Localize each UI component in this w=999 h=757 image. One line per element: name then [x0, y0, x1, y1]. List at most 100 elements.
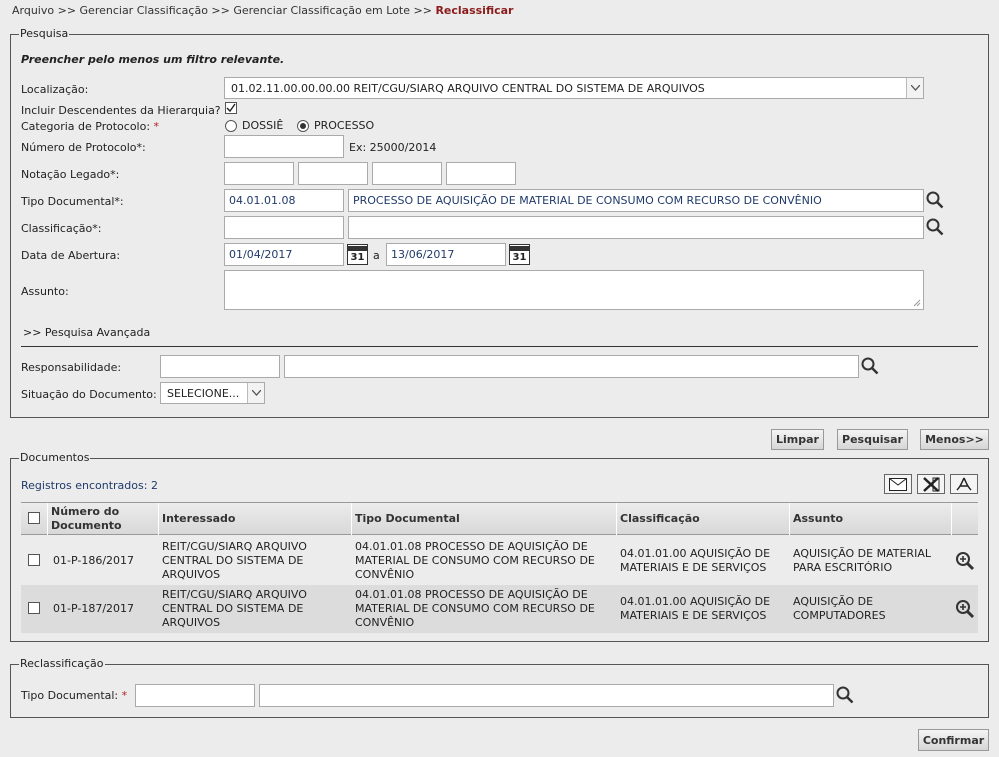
notacao-input-1[interactable]	[224, 162, 294, 185]
excel-icon	[923, 476, 940, 492]
radio-processo[interactable]	[297, 120, 309, 132]
situacao-label: Situação do Documento:	[21, 388, 157, 401]
responsabilidade-label: Responsabilidade:	[21, 361, 122, 374]
search-icon[interactable]	[860, 356, 880, 376]
table-row[interactable]: 01-P-187/2017 REIT/CGU/SIARQ ARQUIVO CEN…	[21, 585, 978, 633]
data-separator: a	[373, 249, 380, 262]
reclass-tipo-label-text: Tipo Documental:	[21, 689, 119, 702]
responsabilidade-desc-input[interactable]	[284, 355, 859, 378]
notacao-input-3[interactable]	[372, 162, 442, 185]
calendar-icon[interactable]: 31	[509, 244, 530, 265]
classificacao-code-input[interactable]	[224, 216, 344, 239]
row-classificacao: 04.01.01.00 AQUISIÇÃO DE MATERIAIS E DE …	[620, 547, 771, 574]
numero-label: Número de Protocolo*:	[21, 141, 146, 154]
pesquisa-legend: Pesquisa	[19, 27, 70, 40]
breadcrumb-path[interactable]: Arquivo >> Gerenciar Classificação >> Ge…	[12, 4, 432, 17]
notacao-label: Notação Legado*:	[21, 168, 120, 181]
responsabilidade-code-input[interactable]	[160, 355, 280, 378]
row-numero: 01-P-187/2017	[53, 602, 135, 615]
assunto-textarea[interactable]	[224, 270, 924, 310]
resize-handle-icon[interactable]	[913, 299, 921, 307]
radio-processo-label[interactable]: PROCESSO	[314, 119, 374, 132]
search-icon[interactable]	[835, 685, 855, 705]
tipo-desc-input[interactable]: PROCESSO DE AQUISIÇÃO DE MATERIAL DE CON…	[348, 189, 924, 212]
col-interessado: Interessado	[162, 512, 236, 525]
table-header: Número do Documento Interessado Tipo Doc…	[21, 502, 978, 535]
calendar-icon[interactable]: 31	[347, 244, 368, 265]
column-divider	[351, 503, 352, 535]
incluir-checkbox[interactable]	[225, 102, 237, 114]
row-interessado: REIT/CGU/SIARQ ARQUIVO CENTRAL DO SISTEM…	[162, 588, 307, 629]
select-all-checkbox[interactable]	[28, 512, 40, 524]
row-checkbox[interactable]	[28, 602, 40, 614]
localizacao-label: Localização:	[21, 83, 89, 96]
tipo-label: Tipo Documental*:	[21, 195, 124, 208]
data-from-input[interactable]: 01/04/2017	[224, 243, 344, 266]
chevron-down-icon	[906, 78, 923, 98]
col-assunto: Assunto	[793, 512, 844, 525]
row-assunto: AQUISIÇÃO DE MATERIAL PARA ESCRITÓRIO	[793, 547, 931, 574]
localizacao-select[interactable]: 01.02.11.00.00.00.00 REIT/CGU/SIARQ ARQU…	[224, 77, 924, 99]
row-classificacao: 04.01.01.00 AQUISIÇÃO DE MATERIAIS E DE …	[620, 595, 771, 622]
incluir-label: Incluir Descendentes da Hierarquia?	[21, 104, 221, 117]
column-divider	[951, 503, 952, 535]
pesquisa-panel: Pesquisa Preencher pelo menos um filtro …	[10, 27, 989, 418]
pesquisar-button[interactable]: Pesquisar	[837, 429, 908, 450]
zoom-in-icon[interactable]	[954, 598, 976, 620]
pesquisa-avancada-link[interactable]: >> Pesquisa Avançada	[23, 326, 150, 339]
row-assunto: AQUISIÇÃO DE COMPUTADORES	[793, 595, 886, 622]
situacao-select[interactable]: SELECIONE...	[160, 382, 265, 404]
tipo-code-input[interactable]: 04.01.01.08	[224, 189, 344, 212]
confirmar-button[interactable]: Confirmar	[918, 729, 989, 751]
search-icon[interactable]	[925, 217, 945, 237]
col-numero: Número do Documento	[51, 505, 122, 532]
localizacao-value: 01.02.11.00.00.00.00 REIT/CGU/SIARQ ARQU…	[231, 82, 705, 95]
row-checkbox[interactable]	[28, 554, 40, 566]
breadcrumb-current: Reclassificar	[435, 4, 514, 17]
categoria-label-text: Categoria de Protocolo:	[21, 120, 151, 133]
radio-dossie[interactable]	[225, 120, 237, 132]
envelope-icon	[889, 477, 907, 491]
chevron-down-icon	[247, 383, 264, 403]
limpar-button[interactable]: Limpar	[771, 429, 824, 450]
radio-dossie-label[interactable]: DOSSIÊ	[242, 119, 283, 132]
numero-hint: Ex: 25000/2014	[349, 141, 437, 154]
calendar-day: 31	[512, 251, 527, 263]
column-divider	[47, 503, 48, 535]
col-tipo: Tipo Documental	[355, 512, 460, 525]
breadcrumb: Arquivo >> Gerenciar Classificação >> Ge…	[12, 4, 513, 17]
email-export-button[interactable]	[884, 474, 912, 494]
required-marker: *	[153, 120, 160, 133]
documentos-panel: Documentos Registros encontrados: 2 Núme…	[10, 451, 989, 642]
menos-button[interactable]: Menos>>	[920, 429, 989, 450]
column-divider	[158, 503, 159, 535]
reclass-tipo-code-input[interactable]	[135, 684, 255, 707]
column-divider	[616, 503, 617, 535]
data-to-input[interactable]: 13/06/2017	[386, 243, 506, 266]
excel-export-button[interactable]	[917, 474, 945, 494]
search-icon[interactable]	[925, 190, 945, 210]
row-tipo: 04.01.01.08 PROCESSO DE AQUISIÇÃO DE MAT…	[355, 588, 595, 629]
table-row[interactable]: 01-P-186/2017 REIT/CGU/SIARQ ARQUIVO CEN…	[21, 537, 978, 585]
data-abertura-label: Data de Abertura:	[21, 249, 121, 262]
classificacao-desc-input[interactable]	[348, 216, 924, 239]
notacao-input-2[interactable]	[298, 162, 368, 185]
assunto-label: Assunto:	[21, 285, 69, 298]
categoria-label: Categoria de Protocolo: *	[21, 120, 159, 133]
zoom-in-icon[interactable]	[954, 550, 976, 572]
reclassificacao-legend: Reclassificação	[19, 657, 105, 670]
numero-input[interactable]	[224, 135, 344, 158]
row-tipo: 04.01.01.08 PROCESSO DE AQUISIÇÃO DE MAT…	[355, 540, 595, 581]
registros-count: Registros encontrados: 2	[21, 479, 158, 492]
checkmark-icon	[226, 103, 236, 113]
row-interessado: REIT/CGU/SIARQ ARQUIVO CENTRAL DO SISTEM…	[162, 540, 307, 581]
pdf-icon	[956, 477, 972, 491]
pdf-export-button[interactable]	[950, 474, 978, 494]
notacao-input-4[interactable]	[446, 162, 516, 185]
column-divider	[789, 503, 790, 535]
documentos-legend: Documentos	[19, 451, 91, 464]
reclass-tipo-label: Tipo Documental: *	[21, 689, 127, 702]
row-numero: 01-P-186/2017	[53, 554, 135, 567]
reclass-tipo-desc-input[interactable]	[259, 684, 834, 707]
required-marker: *	[121, 689, 128, 702]
